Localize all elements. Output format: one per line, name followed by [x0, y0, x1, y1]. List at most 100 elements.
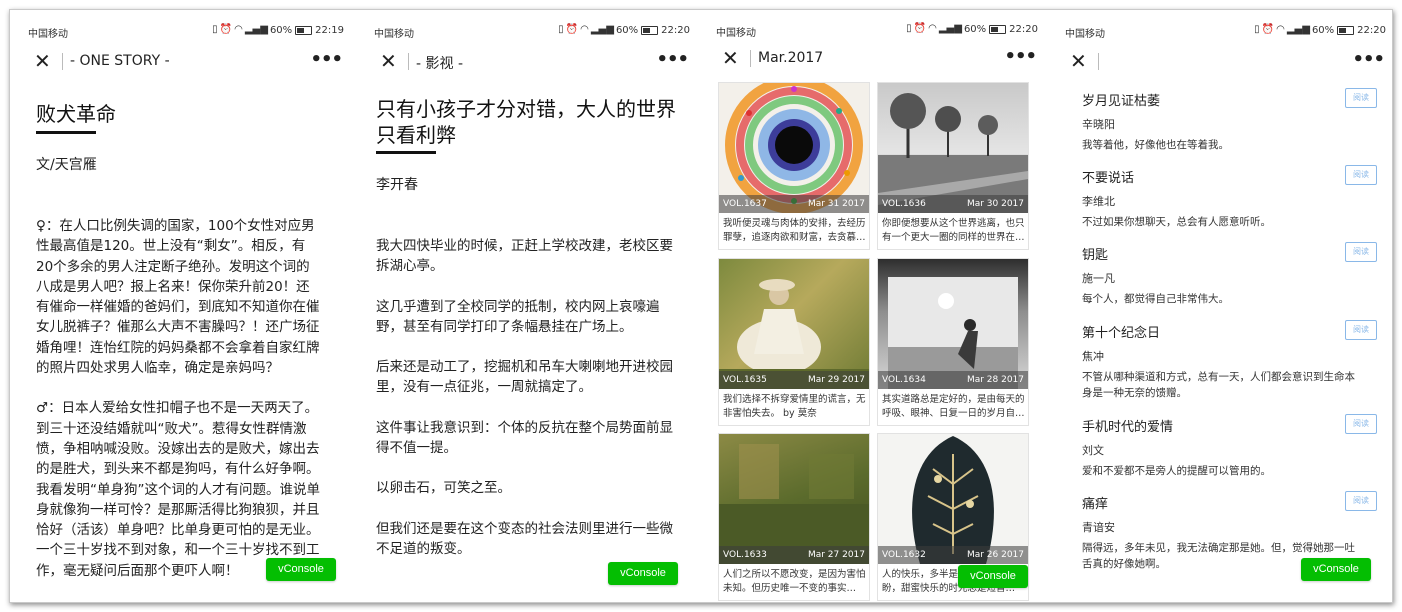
- phone-screen-one-story: 中国移动 ▯ ⏰ ◠ ▂▄▆ 60% 22:19 ✕ - ONE STORY -…: [18, 10, 344, 602]
- close-icon[interactable]: ✕: [722, 48, 739, 68]
- clock: 22:20: [1009, 23, 1038, 35]
- vconsole-button[interactable]: vConsole: [266, 558, 336, 581]
- paragraph: ♀：在人口比例失调的国家，100个女性对应男性最高值是120。世上没有“剩女”。…: [36, 218, 320, 377]
- story-title: 手机时代的爱情: [1082, 420, 1174, 435]
- close-icon[interactable]: ✕: [380, 51, 397, 71]
- carrier-label: 中国移动: [1065, 29, 1105, 40]
- story-title: 岁月见证枯萎: [1082, 94, 1161, 109]
- story-card[interactable]: VOL.1636 Mar 30 2017 你即便想要从这个世界逃离，也只有一个更…: [877, 82, 1029, 250]
- volume-date: Mar 31 2017: [807, 199, 865, 209]
- close-icon[interactable]: ✕: [34, 51, 51, 71]
- volume-date: Mar 27 2017: [807, 550, 865, 560]
- battery-percent: 60%: [615, 24, 639, 36]
- nav-divider: [1098, 53, 1099, 70]
- article-body: ♀：在人口比例失调的国家，100个女性对应男性最高值是120。世上没有“剩女”。…: [36, 216, 320, 601]
- carrier-label: 中国移动: [374, 29, 414, 40]
- carrier-label: 中国移动: [28, 29, 68, 40]
- read-button[interactable]: 阅读: [1345, 242, 1377, 262]
- story-excerpt: 每个人，都觉得自己非常伟大。: [1082, 293, 1229, 305]
- vibrate-icon: ▯: [558, 24, 564, 35]
- battery-icon: [295, 25, 313, 35]
- nav-divider: [408, 53, 409, 70]
- status-bar: 中国移动 ▯ ⏰ ◠ ▂▄▆ 60% 22:20: [712, 21, 1038, 39]
- phone-screen-story-list: 中国移动 ▯ ⏰ ◠ ▂▄▆ 60% 22:20 ✕ ••• 岁月见证枯萎 阅读…: [1060, 10, 1386, 602]
- read-button[interactable]: 阅读: [1345, 320, 1377, 340]
- article-author: 文/天宫雁: [36, 157, 97, 173]
- vibrate-icon: ▯: [212, 24, 218, 35]
- nav-title: Mar.2017: [758, 50, 824, 66]
- volume-bar: VOL.1637 Mar 31 2017: [719, 195, 869, 213]
- paragraph: 但我们还是要在这个变态的社会法则里进行一些微不足道的叛变。: [376, 520, 673, 557]
- paragraph: ♂：日本人爱给女性扣帽子也不是一天两天了。到三十还没结婚就叫“败犬”。惹得女性群…: [36, 400, 320, 579]
- story-excerpt: 我等着他，好像他也在等着我。: [1082, 139, 1229, 151]
- story-title: 钥匙: [1082, 248, 1109, 263]
- article-author: 李开春: [376, 177, 418, 193]
- story-excerpt: 不过如果你想聊天，总会有人愿意听听。: [1082, 216, 1271, 228]
- paragraph: 这几乎遭到了全校同学的抵制，校内网上哀嚎遍野，甚至有同学打印了条幅悬挂在广场上。: [376, 298, 660, 335]
- nav-bar: ✕ - ONE STORY - •••: [18, 50, 344, 74]
- volume-bar: VOL.1636 Mar 30 2017: [878, 195, 1028, 213]
- vconsole-button[interactable]: vConsole: [1301, 558, 1371, 581]
- signal-icon: ▂▄▆: [244, 24, 268, 35]
- phone-screen-film: 中国移动 ▯ ⏰ ◠ ▂▄▆ 60% 22:20 ✕ - 影视 - ••• 只有…: [364, 10, 690, 602]
- story-card[interactable]: VOL.1633 Mar 27 2017 人们之所以不愿改变，是因为害怕未知。但…: [718, 433, 870, 601]
- signal-icon: ▂▄▆: [1286, 24, 1310, 35]
- status-bar: 中国移动 ▯ ⏰ ◠ ▂▄▆ 60% 22:20: [1060, 22, 1386, 40]
- volume-date: Mar 30 2017: [966, 199, 1024, 209]
- story-card[interactable]: VOL.1634 Mar 28 2017 其实道路总是定好的，是由每天的呼吸、眼…: [877, 258, 1029, 426]
- battery-percent: 60%: [269, 24, 293, 36]
- volume-number: VOL.1633: [723, 550, 767, 560]
- volume-bar: VOL.1632 Mar 26 2017: [878, 546, 1028, 564]
- read-button[interactable]: 阅读: [1345, 491, 1377, 511]
- signal-icon: ▂▄▆: [590, 24, 614, 35]
- vibrate-icon: ▯: [906, 23, 912, 34]
- title-underline: [376, 151, 436, 154]
- volume-date: Mar 29 2017: [807, 375, 865, 385]
- volume-number: VOL.1635: [723, 375, 767, 385]
- green-wall-icon: [719, 434, 869, 564]
- more-options-icon[interactable]: •••: [1352, 50, 1385, 70]
- woman-painting-icon: [719, 259, 869, 389]
- nav-bar: ✕ Mar.2017 •••: [712, 47, 1038, 71]
- story-author: 辛晓阳: [1082, 118, 1115, 131]
- card-excerpt: 人们之所以不愿改变，是因为害怕未知。但历史唯一不变的事实…: [723, 569, 866, 594]
- close-icon[interactable]: ✕: [1070, 51, 1087, 71]
- screenshot-collage: 中国移动 ▯ ⏰ ◠ ▂▄▆ 60% 22:19 ✕ - ONE STORY -…: [9, 9, 1393, 603]
- volume-bar: VOL.1634 Mar 28 2017: [878, 371, 1028, 389]
- article-body: 我大四快毕业的时候，正赶上学校改建，老校区要拆湖心亭。 这几乎遭到了全校同学的抵…: [376, 236, 676, 579]
- clock: 22:20: [661, 24, 690, 36]
- clock: 22:19: [315, 24, 344, 36]
- vibrate-icon: ▯: [1254, 24, 1260, 35]
- nav-bar: ✕ •••: [1060, 50, 1386, 74]
- story-title: 痛痒: [1082, 497, 1109, 512]
- road-trees-icon: [878, 83, 1028, 213]
- story-author: 施一凡: [1082, 272, 1115, 285]
- vconsole-button[interactable]: vConsole: [958, 565, 1028, 588]
- clock: 22:20: [1357, 24, 1386, 36]
- volume-date: Mar 26 2017: [966, 550, 1024, 560]
- story-excerpt: 不管从哪种渠道和方式，总有一天，人们都会意识到生命本身是一种无奈的馈赠。: [1082, 371, 1355, 399]
- read-button[interactable]: 阅读: [1345, 88, 1377, 108]
- volume-number: VOL.1632: [882, 550, 926, 560]
- more-options-icon[interactable]: •••: [1004, 47, 1037, 67]
- more-options-icon[interactable]: •••: [310, 50, 343, 70]
- wifi-icon: ◠: [234, 24, 243, 35]
- story-title: 不要说话: [1082, 171, 1135, 186]
- story-title: 第十个纪念日: [1082, 326, 1161, 341]
- more-options-icon[interactable]: •••: [656, 50, 689, 70]
- story-card[interactable]: VOL.1635 Mar 29 2017 我们选择不拆穿爱情里的谎言，无非害怕失…: [718, 258, 870, 426]
- paragraph: 后来还是动工了，挖掘机和吊车大喇喇地开进校园里，没有一点征兆，一周就搞定了。: [376, 359, 673, 396]
- read-button[interactable]: 阅读: [1345, 165, 1377, 185]
- card-excerpt: 你即便想要从这个世界逃离，也只有一个更大一圈的同样的世界在…: [882, 218, 1025, 243]
- read-button[interactable]: 阅读: [1345, 414, 1377, 434]
- colorful-circles-icon: [719, 83, 869, 213]
- vconsole-button[interactable]: vConsole: [608, 562, 678, 585]
- phone-screen-monthly-archive: 中国移动 ▯ ⏰ ◠ ▂▄▆ 60% 22:20 ✕ Mar.2017 •••: [712, 10, 1038, 602]
- card-excerpt: 我们选择不拆穿爱情里的谎言，无非害怕失去。 by 莫奈: [723, 394, 866, 419]
- alarm-icon: ⏰: [565, 24, 579, 35]
- volume-bar: VOL.1633 Mar 27 2017: [719, 546, 869, 564]
- volume-date: Mar 28 2017: [966, 375, 1024, 385]
- article-title: 败犬革命: [36, 102, 116, 126]
- status-bar: 中国移动 ▯ ⏰ ◠ ▂▄▆ 60% 22:19: [18, 22, 344, 40]
- story-card[interactable]: VOL.1637 Mar 31 2017 我听便灵魂与肉体的安排，去经历罪孽，追…: [718, 82, 870, 250]
